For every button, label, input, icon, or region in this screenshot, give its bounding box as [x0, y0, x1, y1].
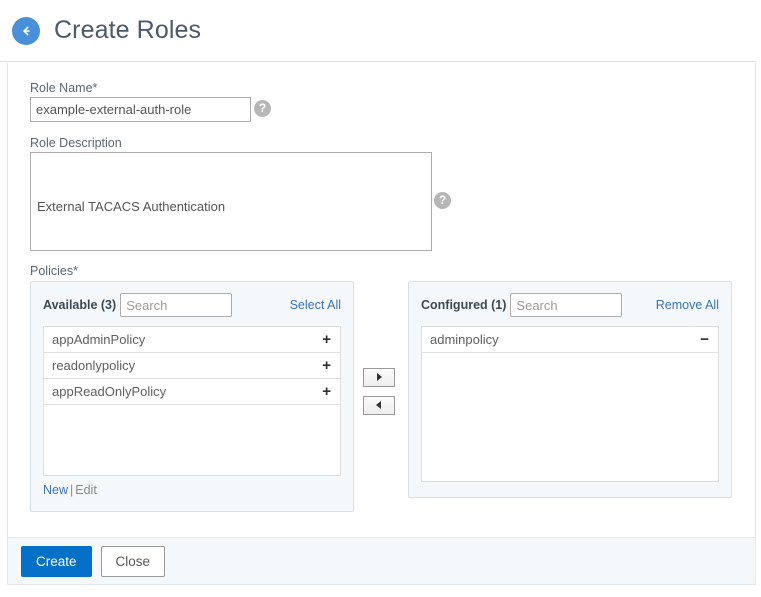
- available-panel-title: Available (3): [43, 298, 117, 312]
- close-button[interactable]: Close: [100, 545, 166, 577]
- list-item[interactable]: appReadOnlyPolicy +: [44, 379, 340, 405]
- available-policies-list[interactable]: appAdminPolicy + readonlypolicy + appRea…: [43, 326, 341, 476]
- role-description-textarea[interactable]: [30, 152, 432, 251]
- create-roles-page: Create Roles Role Name* ? Role Descripti…: [0, 0, 761, 597]
- footer-action-bar: Create Close: [7, 537, 756, 585]
- configured-panel-header: Configured (1) Remove All: [421, 293, 719, 317]
- configured-policies-list[interactable]: adminpolicy −: [421, 326, 719, 482]
- configured-search-input[interactable]: [510, 293, 623, 317]
- add-policy-icon[interactable]: +: [322, 358, 331, 373]
- available-policies-panel: Available (3) Select All appAdminPolicy …: [30, 281, 354, 512]
- role-name-label: Role Name*: [30, 81, 98, 95]
- move-left-button[interactable]: [363, 396, 395, 415]
- move-right-button[interactable]: [363, 368, 395, 387]
- role-description-help-icon[interactable]: ?: [434, 192, 451, 209]
- available-panel-footer: New | Edit: [43, 483, 341, 497]
- triangle-right-icon: [375, 369, 383, 387]
- role-name-input[interactable]: [30, 97, 251, 122]
- form-panel: Role Name* ? Role Description ? Policies…: [7, 63, 756, 537]
- configured-panel-title: Configured (1): [421, 298, 507, 312]
- remove-policy-icon[interactable]: −: [700, 332, 709, 347]
- back-button[interactable]: [12, 16, 40, 45]
- policies-dual-list: Available (3) Select All appAdminPolicy …: [30, 281, 742, 512]
- role-description-label: Role Description: [30, 136, 122, 150]
- policy-name: appAdminPolicy: [52, 332, 146, 347]
- add-policy-icon[interactable]: +: [322, 332, 331, 347]
- edit-policy-link[interactable]: Edit: [75, 483, 97, 497]
- available-panel-header: Available (3) Select All: [43, 293, 341, 317]
- new-policy-link[interactable]: New: [43, 483, 68, 497]
- add-policy-icon[interactable]: +: [322, 384, 331, 399]
- policy-name: appReadOnlyPolicy: [52, 384, 167, 399]
- arrow-left-circle-icon: [18, 23, 34, 39]
- policies-label: Policies*: [30, 264, 78, 278]
- remove-all-link[interactable]: Remove All: [656, 298, 719, 312]
- list-item[interactable]: adminpolicy −: [422, 327, 718, 353]
- policy-name: adminpolicy: [430, 332, 499, 347]
- transfer-buttons: [363, 368, 399, 424]
- available-search-input[interactable]: [120, 293, 233, 317]
- list-item[interactable]: appAdminPolicy +: [44, 327, 340, 353]
- page-header: Create Roles: [0, 0, 756, 62]
- list-item[interactable]: readonlypolicy +: [44, 353, 340, 379]
- triangle-left-icon: [375, 397, 383, 415]
- page-title: Create Roles: [54, 16, 202, 44]
- role-name-help-icon[interactable]: ?: [254, 100, 271, 117]
- create-button[interactable]: Create: [21, 545, 92, 577]
- configured-policies-panel: Configured (1) Remove All adminpolicy −: [408, 281, 732, 498]
- policy-name: readonlypolicy: [52, 358, 136, 373]
- select-all-link[interactable]: Select All: [290, 298, 341, 312]
